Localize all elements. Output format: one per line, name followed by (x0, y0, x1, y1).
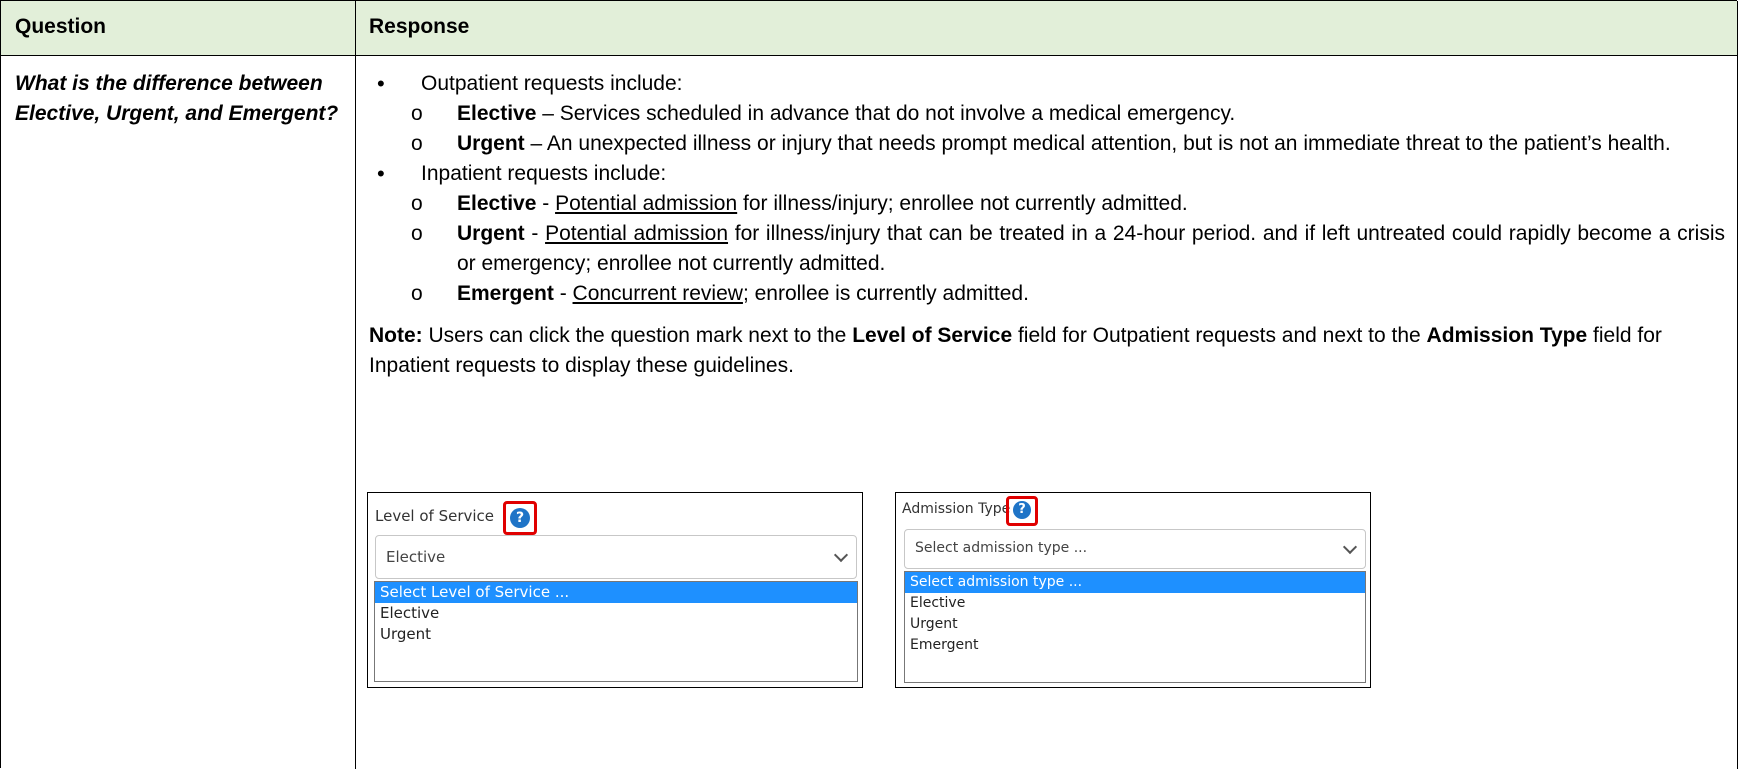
admission-type-screenshot: Admission Type ? Select admission type .… (895, 492, 1371, 688)
table-header (1, 1, 1737, 56)
note-paragraph: Note: Users can click the question mark … (369, 321, 1725, 381)
option-item[interactable]: Select Level of Service ... (375, 582, 857, 603)
chevron-down-icon (1342, 539, 1358, 555)
option-item[interactable]: Urgent (905, 614, 1365, 635)
note-text: Users can click the question mark next t… (422, 324, 853, 347)
outpatient-intro: Outpatient requests include: (421, 72, 683, 95)
item-underlined: Concurrent review (572, 282, 743, 305)
sub-bullet: o (411, 132, 423, 155)
chevron-down-icon (833, 547, 849, 563)
item-underlined: Potential admission (555, 192, 738, 215)
item-underlined: Potential admission (545, 222, 729, 245)
highlight-box (503, 501, 537, 535)
response-column-header: Response (369, 15, 470, 38)
option-item[interactable]: Select admission type ... (905, 572, 1365, 593)
inpatient-item: o Elective - Potential admission for illn… (369, 189, 1725, 219)
item-separator: - (536, 192, 556, 215)
item-separator: – (536, 102, 560, 125)
item-separator: – (524, 132, 547, 155)
sub-bullet: o (411, 282, 423, 305)
column-divider (355, 1, 356, 769)
inpatient-bullet: Inpatient requests include: (369, 159, 1725, 189)
highlight-box (1006, 496, 1038, 526)
note-label: Note: (369, 324, 423, 347)
sub-bullet: o (411, 222, 423, 245)
admission-type-label: Admission Type (902, 501, 1011, 517)
note-bold: Admission Type (1426, 324, 1588, 347)
faq-table: Question Response What is the difference… (0, 0, 1738, 769)
item-term: Elective (457, 102, 537, 125)
option-item[interactable]: Elective (375, 603, 857, 624)
response-cell: Outpatient requests include: o Elective –… (369, 69, 1725, 381)
item-text: An unexpected illness or injury that nee… (546, 132, 1671, 155)
admission-type-select[interactable]: Select admission type ... (904, 529, 1366, 569)
item-text: ; enrollee is currently admitted. (742, 282, 1029, 305)
level-of-service-label: Level of Service (375, 507, 495, 525)
outpatient-bullet: Outpatient requests include: (369, 69, 1725, 99)
item-separator: - (553, 282, 573, 305)
placeholder-value: Select admission type ... (915, 540, 1088, 556)
option-item[interactable]: Urgent (375, 624, 857, 645)
option-item[interactable]: Emergent (905, 635, 1365, 656)
note-text: field for Outpatient requests and next t… (1012, 324, 1427, 347)
item-term: Urgent (457, 222, 525, 245)
level-of-service-screenshot: Level of Service ? Elective Select Level… (367, 492, 863, 688)
item-text: for illness/injury; enrollee not current… (737, 192, 1188, 215)
inpatient-item: o Urgent - Potential admission for illnes… (369, 219, 1725, 279)
sub-bullet: o (411, 102, 423, 125)
outpatient-item: o Elective – Services scheduled in advanc… (369, 99, 1725, 129)
item-term: Urgent (457, 132, 525, 155)
level-of-service-select[interactable]: Elective (375, 535, 857, 579)
admission-type-options: Select admission type ... Elective Urgen… (904, 571, 1366, 683)
item-term: Emergent (457, 282, 554, 305)
question-column-header: Question (15, 15, 107, 38)
inpatient-intro: Inpatient requests include: (421, 162, 667, 185)
inpatient-item: o Emergent - Concurrent review; enrollee … (369, 279, 1725, 309)
level-of-service-options: Select Level of Service ... Elective Urg… (374, 581, 858, 682)
outpatient-item: o Urgent – An unexpected illness or injur… (369, 129, 1725, 159)
question-text: What is the difference between Elective,… (15, 72, 339, 125)
item-separator: - (524, 222, 546, 245)
item-text: Services scheduled in advance that do no… (559, 102, 1236, 125)
note-bold: Level of Service (852, 324, 1013, 347)
selected-value: Elective (386, 548, 446, 566)
item-term: Elective (457, 192, 537, 215)
sub-bullet: o (411, 192, 423, 215)
option-item[interactable]: Elective (905, 593, 1365, 614)
